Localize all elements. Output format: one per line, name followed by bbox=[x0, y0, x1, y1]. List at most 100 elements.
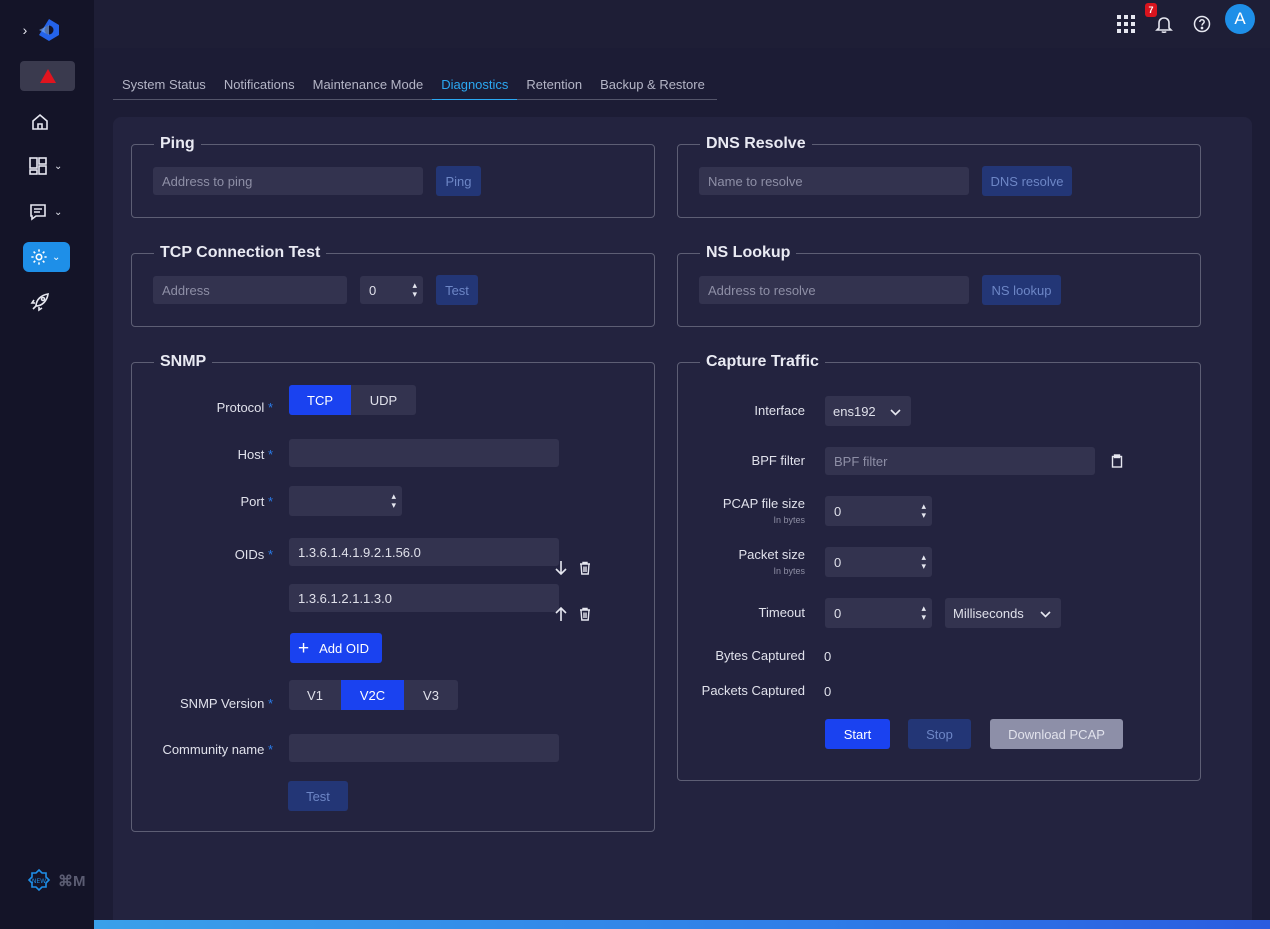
topbar: 7 A bbox=[94, 0, 1270, 48]
section-title: Capture Traffic bbox=[700, 350, 825, 374]
section-title: SNMP bbox=[154, 350, 213, 374]
arrow-up-icon[interactable] bbox=[552, 605, 570, 623]
help-icon[interactable] bbox=[1190, 12, 1214, 36]
timeout-label: Timeout bbox=[758, 605, 805, 620]
port-stepper[interactable]: ▴ ▾ bbox=[289, 486, 402, 516]
tab-notifications[interactable]: Notifications bbox=[215, 74, 304, 100]
warning-icon bbox=[39, 69, 56, 83]
oid-input[interactable]: 1.3.6.1.2.1.1.3.0 bbox=[289, 584, 559, 612]
ping-address-input[interactable]: Address to ping bbox=[153, 167, 423, 195]
tab-system-status[interactable]: System Status bbox=[113, 74, 215, 100]
start-capture-button[interactable]: Start bbox=[825, 719, 890, 749]
stepper-arrows-icon[interactable]: ▴ ▾ bbox=[921, 553, 926, 571]
snmp-test-button[interactable]: Test bbox=[288, 781, 348, 811]
trash-icon[interactable] bbox=[576, 605, 594, 623]
dashboard-icon bbox=[29, 157, 47, 175]
clipboard-icon[interactable] bbox=[1108, 452, 1126, 470]
snmp-version-label: SNMP Version * bbox=[180, 696, 273, 711]
ns-address-input[interactable]: Address to resolve bbox=[699, 276, 969, 304]
ns-lookup-button[interactable]: NS lookup bbox=[982, 275, 1061, 305]
tcp-address-input[interactable]: Address bbox=[153, 276, 347, 304]
host-label: Host * bbox=[237, 447, 273, 462]
download-pcap-button[interactable]: Download PCAP bbox=[990, 719, 1123, 749]
home-icon[interactable] bbox=[28, 110, 52, 134]
new-badge-icon: NEW bbox=[27, 868, 51, 892]
expand-sidebar-icon[interactable]: › bbox=[18, 18, 32, 42]
stop-capture-button[interactable]: Stop bbox=[908, 719, 971, 749]
port-value: 0 bbox=[369, 282, 377, 298]
notification-count-badge: 7 bbox=[1145, 3, 1157, 17]
stepper-arrows-icon[interactable]: ▴ ▾ bbox=[391, 492, 396, 510]
pcap-file-size-value: 0 bbox=[834, 503, 842, 519]
packets-captured-label: Packets Captured bbox=[701, 683, 805, 698]
oids-label: OIDs * bbox=[234, 547, 273, 562]
protocol-udp-option[interactable]: UDP bbox=[351, 385, 416, 415]
pcap-file-size-stepper[interactable]: 0 ▴ ▾ bbox=[825, 496, 932, 526]
settings-menu[interactable]: ⌄ bbox=[23, 242, 70, 272]
message-icon bbox=[30, 204, 46, 221]
plus-icon: + bbox=[298, 637, 310, 659]
version-v2c-option[interactable]: V2C bbox=[341, 680, 404, 710]
host-input[interactable] bbox=[289, 439, 559, 467]
protocol-toggle: TCP UDP bbox=[289, 385, 416, 415]
stepper-arrows-icon[interactable]: ▴ ▾ bbox=[921, 604, 926, 622]
chevron-down-icon: ⌄ bbox=[54, 206, 63, 218]
stepper-arrows-icon[interactable]: ▴ ▾ bbox=[921, 502, 926, 520]
packet-size-label: Packet size bbox=[738, 547, 805, 562]
trash-icon[interactable] bbox=[576, 559, 594, 577]
settings-tabs: System Status Notifications Maintenance … bbox=[113, 74, 717, 100]
capture-traffic-section: Capture Traffic Interface ens192 BPF fil… bbox=[677, 350, 1201, 781]
alert-button[interactable] bbox=[20, 61, 75, 91]
timeout-stepper[interactable]: 0 ▴ ▾ bbox=[825, 598, 932, 628]
svg-text:NEW: NEW bbox=[32, 878, 46, 885]
bpf-filter-label: BPF filter bbox=[751, 453, 805, 468]
tcp-test-button[interactable]: Test bbox=[436, 275, 478, 305]
rocket-icon[interactable] bbox=[28, 290, 52, 314]
timeout-unit-select[interactable]: Milliseconds bbox=[945, 598, 1061, 628]
reports-menu[interactable]: ⌄ bbox=[28, 200, 72, 224]
community-name-label: Community name * bbox=[162, 742, 273, 757]
version-v3-option[interactable]: V3 bbox=[404, 680, 458, 710]
chevron-down-icon: ⌄ bbox=[54, 160, 63, 172]
community-name-input[interactable] bbox=[289, 734, 559, 762]
port-label: Port * bbox=[240, 494, 273, 509]
dashboards-menu[interactable]: ⌄ bbox=[28, 154, 72, 178]
tab-backup-restore[interactable]: Backup & Restore bbox=[591, 74, 714, 100]
tab-maintenance-mode[interactable]: Maintenance Mode bbox=[304, 74, 433, 100]
add-oid-button[interactable]: + Add OID bbox=[290, 633, 382, 663]
shortcut-hint: ⌘M bbox=[58, 873, 86, 890]
diagnostics-panel: Ping Address to ping Ping DNS Resolve Na… bbox=[113, 117, 1252, 929]
ping-button[interactable]: Ping bbox=[436, 166, 481, 196]
apps-grid-icon[interactable] bbox=[1114, 12, 1138, 36]
interface-value: ens192 bbox=[833, 403, 876, 419]
section-title: NS Lookup bbox=[700, 241, 797, 265]
bpf-filter-input[interactable]: BPF filter bbox=[825, 447, 1095, 475]
section-title: DNS Resolve bbox=[700, 132, 812, 156]
ns-lookup-section: NS Lookup Address to resolve NS lookup bbox=[677, 241, 1201, 327]
pcap-file-size-hint: In bytes bbox=[773, 515, 805, 525]
timeout-unit-value: Milliseconds bbox=[953, 605, 1024, 621]
dns-resolve-button[interactable]: DNS resolve bbox=[982, 166, 1072, 196]
dns-name-input[interactable]: Name to resolve bbox=[699, 167, 969, 195]
chevron-down-icon: ⌄ bbox=[52, 251, 61, 263]
logo-icon[interactable] bbox=[36, 16, 62, 44]
protocol-tcp-option[interactable]: TCP bbox=[289, 385, 351, 415]
new-features-button[interactable]: NEW ⌘M bbox=[26, 866, 90, 896]
tab-diagnostics[interactable]: Diagnostics bbox=[432, 74, 518, 100]
interface-select[interactable]: ens192 bbox=[825, 396, 911, 426]
protocol-label: Protocol * bbox=[216, 400, 273, 415]
section-title: Ping bbox=[154, 132, 201, 156]
tcp-port-stepper[interactable]: 0 ▴ ▾ bbox=[360, 276, 423, 304]
packet-size-stepper[interactable]: 0 ▴ ▾ bbox=[825, 547, 932, 577]
packet-size-hint: In bytes bbox=[773, 566, 805, 576]
section-title: TCP Connection Test bbox=[154, 241, 327, 265]
avatar[interactable]: A bbox=[1225, 4, 1255, 34]
oid-input[interactable]: 1.3.6.1.4.1.9.2.1.56.0 bbox=[289, 538, 559, 566]
arrow-down-icon[interactable] bbox=[552, 559, 570, 577]
tab-retention[interactable]: Retention bbox=[517, 74, 591, 100]
version-v1-option[interactable]: V1 bbox=[289, 680, 341, 710]
sidebar: › ⌄ ⌄ ⌄ NEW ⌘M bbox=[0, 0, 94, 929]
stepper-arrows-icon[interactable]: ▴ ▾ bbox=[412, 281, 417, 299]
bytes-captured-value: 0 bbox=[824, 649, 832, 664]
interface-label: Interface bbox=[754, 403, 805, 418]
